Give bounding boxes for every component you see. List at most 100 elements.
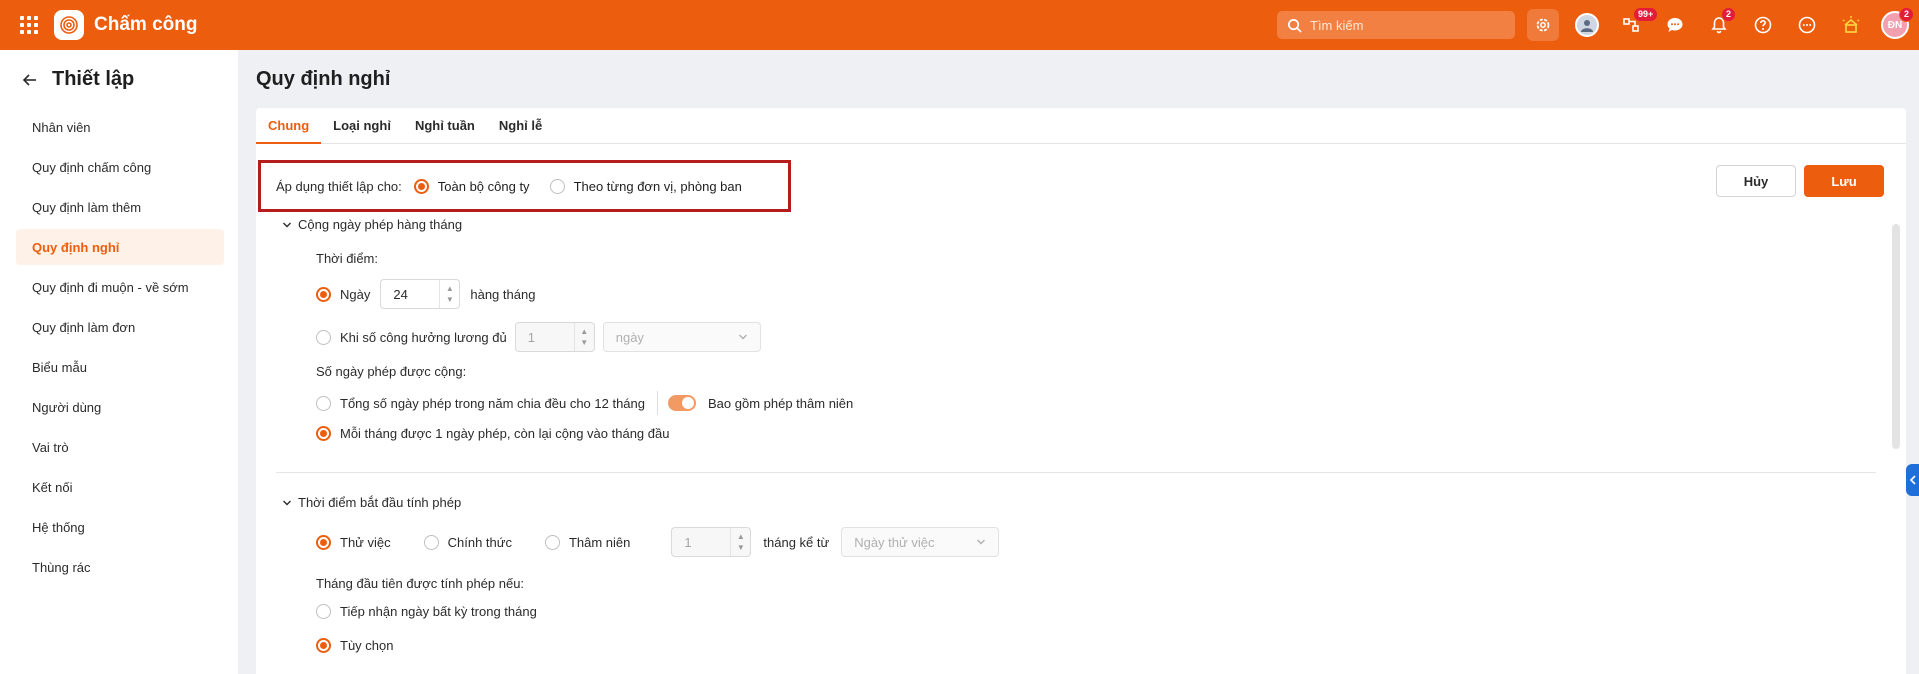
- any-day-label: Tiếp nhận ngày bất kỳ trong tháng: [340, 604, 537, 619]
- first-month-label: Tháng đầu tiên được tính phép nếu:: [316, 576, 525, 591]
- chevron-down-icon: [283, 222, 291, 227]
- added-days-label: Số ngày phép được cộng:: [316, 364, 467, 379]
- search-icon: [1288, 18, 1302, 33]
- tab-weekly-off[interactable]: Nghỉ tuần: [403, 108, 487, 143]
- sidebar-item-attendance-rules[interactable]: Quy định chấm công: [16, 149, 224, 185]
- apply-company-radio[interactable]: [413, 178, 429, 194]
- start-basis-row: Thử việc Chính thức Thâm niên 1 ▲ ▼ tháng…: [316, 527, 1000, 557]
- months-value: 1: [684, 534, 692, 550]
- months-stepper[interactable]: 1 ▲ ▼: [671, 527, 752, 557]
- any-day-row: Tiếp nhận ngày bất kỳ trong tháng: [316, 604, 537, 619]
- user-badge: 2: [1899, 7, 1915, 22]
- profile-picture-button[interactable]: [1571, 9, 1603, 41]
- notifications-button[interactable]: 2: [1703, 7, 1737, 41]
- official-label: Chính thức: [447, 534, 512, 550]
- paid-days-stepper[interactable]: 1 ▲ ▼: [514, 322, 595, 352]
- save-button[interactable]: Lưu: [1804, 165, 1884, 197]
- search-box[interactable]: [1277, 11, 1515, 39]
- more-options-button[interactable]: [1791, 9, 1823, 41]
- help-button[interactable]: [1747, 9, 1779, 41]
- scrollbar[interactable]: [1892, 224, 1900, 449]
- apply-unit-label: Theo từng đơn vị, phòng ban: [573, 178, 742, 194]
- sidebar-item-request-rules[interactable]: Quy định làm đơn: [16, 309, 224, 345]
- top-bar: Chấm công 99+ 2: [0, 0, 1919, 50]
- tab-leave-types[interactable]: Loại nghỉ: [321, 108, 403, 143]
- sidebar-item-roles[interactable]: Vai trò: [16, 429, 224, 465]
- months-stepper-arrows[interactable]: ▲ ▼: [730, 528, 750, 556]
- day-of-month-row: Ngày 24 ▲ ▼ hàng tháng: [316, 279, 535, 309]
- sidebar-item-templates[interactable]: Biểu mẫu: [16, 349, 224, 385]
- sidebar-title: Thiết lập: [52, 68, 135, 90]
- custom-label: Tùy chọn: [340, 638, 394, 653]
- include-seniority-toggle[interactable]: [668, 395, 696, 411]
- apply-unit-option[interactable]: Theo từng đơn vị, phòng ban: [549, 178, 742, 194]
- search-input[interactable]: [1310, 17, 1500, 33]
- monthly-leave-section-title: Cộng ngày phép hàng tháng: [298, 217, 463, 232]
- time-label: Thời điểm:: [316, 251, 378, 266]
- person-icon: [1581, 20, 1593, 32]
- paid-days-radio[interactable]: [316, 329, 331, 345]
- paid-days-value: 1: [527, 329, 535, 345]
- apply-company-option[interactable]: Toàn bộ công ty: [413, 178, 530, 194]
- months-suffix: tháng kể từ: [763, 534, 830, 550]
- monthly-leave-section-toggle[interactable]: Cộng ngày phép hàng tháng: [282, 217, 462, 232]
- avatar: [1575, 13, 1599, 37]
- tab-bar: Chung Loại nghỉ Nghỉ tuần Nghỉ lễ: [256, 108, 1906, 144]
- back-arrow-icon[interactable]: [22, 72, 38, 88]
- apply-company-label: Toàn bộ công ty: [437, 178, 530, 194]
- tab-general[interactable]: Chung: [256, 108, 322, 144]
- chevron-down-icon: [977, 539, 986, 545]
- paid-days-unit-select[interactable]: ngày: [602, 322, 761, 352]
- section-divider: [276, 472, 1876, 473]
- settings-sidebar: Thiết lập Nhân viên Quy định chấm công Q…: [0, 50, 238, 674]
- sidebar-item-users[interactable]: Người dùng: [16, 389, 224, 425]
- apply-unit-radio[interactable]: [549, 178, 565, 194]
- paid-days-row: Khi số công hưởng lương đủ 1 ▲ ▼ ngày: [316, 322, 761, 352]
- sidebar-item-leave-rules[interactable]: Quy định nghỉ: [16, 229, 224, 265]
- leave-start-section-toggle[interactable]: Thời điểm bắt đầu tính phép: [282, 495, 461, 510]
- settings-panel: Chung Loại nghỉ Nghỉ tuần Nghỉ lễ Áp dụn…: [256, 108, 1906, 674]
- day-of-month-stepper[interactable]: 24 ▲ ▼: [380, 279, 461, 309]
- seniority-radio[interactable]: [544, 534, 560, 550]
- day-of-month-radio[interactable]: [316, 286, 331, 302]
- probation-label: Thử việc: [340, 534, 391, 550]
- sidebar-item-trash[interactable]: Thùng rác: [16, 549, 224, 585]
- sidebar-item-overtime-rules[interactable]: Quy định làm thêm: [16, 189, 224, 225]
- one-per-month-label: Mỗi tháng được 1 ngày phép, còn lại cộng…: [340, 426, 670, 441]
- sidebar-item-connections[interactable]: Kết nối: [16, 469, 224, 505]
- apps-badge: 99+: [1633, 7, 1659, 22]
- user-menu-button[interactable]: ĐN 2: [1879, 7, 1915, 41]
- day-suffix: hàng tháng: [470, 286, 536, 302]
- day-stepper-arrows[interactable]: ▲ ▼: [439, 280, 459, 308]
- chat-button[interactable]: [1659, 9, 1691, 41]
- collapse-panel-tab[interactable]: [1906, 464, 1919, 496]
- day-label: Ngày: [340, 286, 371, 302]
- official-radio[interactable]: [423, 534, 439, 550]
- cancel-button[interactable]: Hủy: [1716, 165, 1796, 197]
- app-grid-icon[interactable]: [18, 14, 40, 36]
- gear-icon: [1536, 18, 1550, 32]
- one-per-month-radio[interactable]: [316, 426, 331, 441]
- apply-scope-label: Áp dụng thiết lập cho:: [276, 178, 402, 194]
- tab-holidays[interactable]: Nghỉ lễ: [487, 108, 554, 143]
- probation-radio[interactable]: [316, 534, 331, 550]
- leave-start-section-title: Thời điểm bắt đầu tính phép: [298, 495, 462, 510]
- apps-network-button[interactable]: 99+: [1615, 7, 1659, 41]
- fingerprint-logo-icon: [54, 10, 84, 40]
- sidebar-item-late-early-rules[interactable]: Quy định đi muộn - về sớm: [16, 269, 224, 305]
- start-from-select[interactable]: Ngày thử việc: [841, 527, 1000, 557]
- paid-days-stepper-arrows[interactable]: ▲ ▼: [573, 323, 594, 351]
- app-title: Chấm công: [94, 14, 198, 35]
- total-divided-radio[interactable]: [316, 395, 331, 411]
- sidebar-item-employees[interactable]: Nhân viên: [16, 109, 224, 145]
- whats-new-button[interactable]: [1835, 9, 1867, 41]
- start-from-value: Ngày thử việc: [854, 534, 935, 550]
- custom-row: Tùy chọn: [316, 638, 393, 653]
- sidebar-item-system[interactable]: Hệ thống: [16, 509, 224, 545]
- chevron-down-icon: [738, 334, 747, 340]
- any-day-radio[interactable]: [316, 604, 331, 619]
- custom-radio[interactable]: [316, 638, 331, 653]
- day-of-month-value: 24: [393, 286, 408, 302]
- settings-button[interactable]: [1527, 9, 1559, 41]
- chat-bubble-icon: [1667, 18, 1683, 32]
